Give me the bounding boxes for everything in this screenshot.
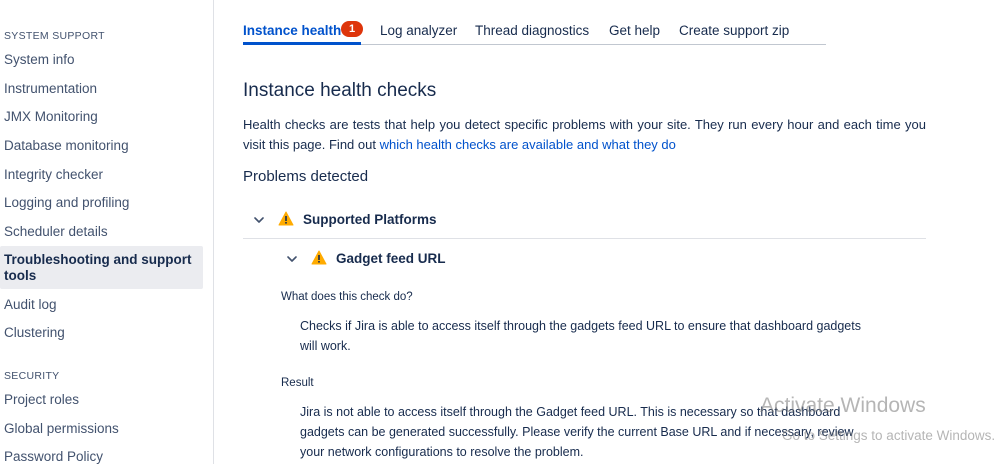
- sidebar-item-troubleshooting[interactable]: Troubleshooting and support tools: [0, 246, 203, 289]
- warning-icon: [278, 211, 294, 226]
- chevron-down-icon[interactable]: [285, 252, 299, 266]
- tab-instance-health-label: Instance health: [243, 23, 342, 38]
- sidebar-item-system-info[interactable]: System info: [0, 52, 203, 68]
- sidebar-item-scheduler-details[interactable]: Scheduler details: [0, 224, 203, 240]
- sidebar-item-logging-and-profiling[interactable]: Logging and profiling: [0, 195, 203, 211]
- sidebar-item-jmx-monitoring[interactable]: JMX Monitoring: [0, 109, 203, 125]
- sidebar-item-password-policy[interactable]: Password Policy: [0, 449, 203, 464]
- support-tabs: Instance health 1 Log analyzer Thread di…: [243, 14, 826, 45]
- system-support-section-title: SYSTEM SUPPORT: [4, 30, 105, 42]
- sidebar-item-clustering[interactable]: Clustering: [0, 325, 203, 341]
- gadget-feed-url-label: Gadget feed URL: [336, 251, 446, 266]
- health-checks-link[interactable]: which health checks are available and wh…: [380, 137, 676, 152]
- page-description: Health checks are tests that help you de…: [243, 115, 926, 155]
- tab-instance-health[interactable]: Instance health: [243, 23, 341, 38]
- sidebar-item-integrity-checker[interactable]: Integrity checker: [0, 167, 203, 183]
- warning-icon: [311, 250, 327, 265]
- tab-thread-diagnostics[interactable]: Thread diagnostics: [475, 23, 589, 38]
- problem-count-badge: 1: [341, 21, 363, 37]
- sidebar-item-global-permissions[interactable]: Global permissions: [0, 421, 203, 437]
- active-tab-indicator: [243, 42, 361, 45]
- what-does-check-do-text: Checks if Jira is able to access itself …: [300, 319, 861, 353]
- sidebar-item-project-roles[interactable]: Project roles: [0, 392, 203, 408]
- sidebar-item-audit-log[interactable]: Audit log: [0, 297, 203, 313]
- activate-windows-hint: Go to Settings to activate Windows.: [782, 428, 996, 443]
- gadget-feed-url-check[interactable]: Gadget feed URL: [279, 241, 779, 275]
- supported-platforms-group[interactable]: Supported Platforms: [243, 202, 926, 239]
- admin-sidebar: SYSTEM SUPPORT System info Instrumentati…: [0, 0, 214, 464]
- tab-log-analyzer[interactable]: Log analyzer: [380, 23, 457, 38]
- chevron-down-icon[interactable]: [252, 213, 266, 227]
- activate-windows-watermark: Activate Windows: [760, 394, 926, 417]
- tab-get-help[interactable]: Get help: [609, 23, 660, 38]
- what-does-check-do-label: What does this check do?: [281, 291, 413, 303]
- security-section-title: SECURITY: [4, 370, 60, 382]
- tab-create-support-zip[interactable]: Create support zip: [679, 23, 789, 38]
- sidebar-item-instrumentation[interactable]: Instrumentation: [0, 81, 203, 97]
- page-title: Instance health checks: [243, 80, 437, 101]
- problems-detected-heading: Problems detected: [243, 168, 369, 185]
- sidebar-item-database-monitoring[interactable]: Database monitoring: [0, 138, 203, 154]
- supported-platforms-label: Supported Platforms: [303, 212, 437, 227]
- result-label: Result: [281, 377, 314, 389]
